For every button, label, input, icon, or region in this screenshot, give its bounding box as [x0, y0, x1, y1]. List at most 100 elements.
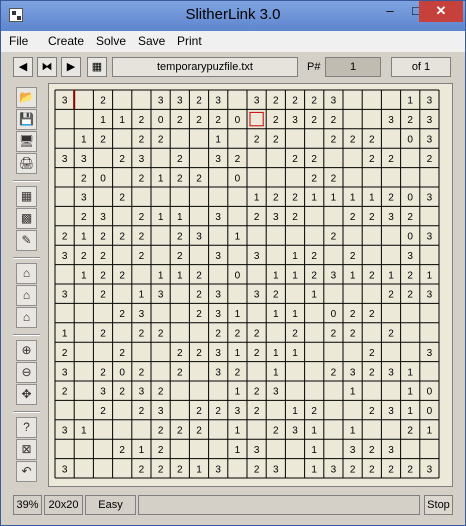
cell-clue[interactable]: 2	[100, 329, 106, 340]
cell-clue[interactable]: 1	[427, 270, 433, 281]
cell-clue[interactable]: 3	[273, 387, 279, 398]
cell-clue[interactable]: 0	[407, 193, 413, 204]
cell-clue[interactable]: 3	[215, 309, 221, 320]
cell-clue[interactable]: 2	[292, 329, 298, 340]
cell-clue[interactable]: 2	[311, 406, 317, 417]
cell-clue[interactable]: 3	[427, 193, 433, 204]
cell-clue[interactable]: 2	[119, 309, 125, 320]
undo-button[interactable]: ↶	[16, 461, 37, 482]
cell-clue[interactable]: 1	[196, 464, 202, 475]
cell-clue[interactable]: 2	[331, 135, 337, 146]
cell-clue[interactable]: 3	[62, 464, 68, 475]
cell-clue[interactable]: 1	[407, 406, 413, 417]
cell-clue[interactable]: 1	[158, 173, 164, 184]
cell-clue[interactable]: 2	[407, 212, 413, 223]
cell-clue[interactable]: 2	[139, 173, 145, 184]
menu-print[interactable]: Print	[177, 34, 202, 48]
cell-clue[interactable]: 0	[407, 232, 413, 243]
cell-clue[interactable]: 2	[407, 270, 413, 281]
cell-clue[interactable]: 2	[331, 115, 337, 126]
cell-clue[interactable]: 2	[139, 212, 145, 223]
cell-clue[interactable]: 0	[427, 406, 433, 417]
cell-clue[interactable]: 3	[215, 464, 221, 475]
puzzle-grid[interactable]: 3 2 3 3 2 3 3 2 2 2 3 1 3 1 1 2 0 2 2 2 0 2 3 2 2 3 2 3 1 2 2 2 1 2 2 2 2 2 0 3…	[49, 84, 452, 486]
cell-clue[interactable]: 1	[427, 426, 433, 437]
cell-clue[interactable]: 2	[119, 445, 125, 456]
cell-clue[interactable]: 2	[139, 464, 145, 475]
cell-clue[interactable]: 2	[350, 329, 356, 340]
cell-clue[interactable]: 0	[331, 309, 337, 320]
cell-clue[interactable]: 1	[177, 212, 183, 223]
cell-clue[interactable]: 3	[177, 96, 183, 107]
cell-clue[interactable]: 3	[292, 115, 298, 126]
cell-clue[interactable]: 0	[427, 387, 433, 398]
cell-clue[interactable]: 3	[388, 212, 394, 223]
cell-clue[interactable]: 2	[369, 348, 375, 359]
cell-clue[interactable]: 0	[235, 115, 241, 126]
cell-clue[interactable]: 1	[158, 270, 164, 281]
cell-clue[interactable]: 2	[196, 115, 202, 126]
cell-clue[interactable]: 3	[331, 270, 337, 281]
cell-clue[interactable]: 2	[139, 367, 145, 378]
cell-clue[interactable]: 2	[369, 212, 375, 223]
cell-clue[interactable]: 1	[235, 309, 241, 320]
puzzle-board[interactable]: 3 2 3 3 2 3 3 2 2 2 3 1 3 1 1 2 0 2 2 2 0 2 3 2 2 3 2 3 1 2 2 2 1 2 2 2 2 2 0 3…	[48, 83, 453, 487]
cell-clue[interactable]: 2	[350, 251, 356, 262]
cell-clue[interactable]: 2	[177, 426, 183, 437]
cell-clue[interactable]: 2	[196, 406, 202, 417]
cell-clue[interactable]: 2	[254, 387, 260, 398]
print-button[interactable]: 🖨	[16, 153, 37, 174]
cell-clue[interactable]: 2	[254, 135, 260, 146]
cell-clue[interactable]: 3	[81, 193, 87, 204]
cell-clue[interactable]: 2	[119, 348, 125, 359]
cell-clue[interactable]: 2	[158, 387, 164, 398]
cell-clue[interactable]: 1	[81, 135, 87, 146]
cell-clue[interactable]: 2	[331, 232, 337, 243]
cell-clue[interactable]: 2	[177, 251, 183, 262]
cell-clue[interactable]: 2	[196, 290, 202, 301]
cell-clue[interactable]: 2	[292, 96, 298, 107]
cell-clue[interactable]: 1	[139, 290, 145, 301]
cell-clue[interactable]: 1	[177, 270, 183, 281]
cell-clue[interactable]: 2	[81, 173, 87, 184]
cell-clue[interactable]: 2	[100, 270, 106, 281]
cell-clue[interactable]: 0	[235, 270, 241, 281]
cell-clue[interactable]: 2	[196, 309, 202, 320]
cell-clue[interactable]: 1	[273, 367, 279, 378]
cell-clue[interactable]: 1	[292, 309, 298, 320]
cell-clue[interactable]: 1	[158, 212, 164, 223]
cell-clue[interactable]: 3	[215, 290, 221, 301]
cell-clue[interactable]: 3	[331, 96, 337, 107]
cell-clue[interactable]: 1	[235, 232, 241, 243]
cell-clue[interactable]: 2	[62, 232, 68, 243]
cell-clue[interactable]: 1	[62, 329, 68, 340]
cell-clue[interactable]: 2	[273, 290, 279, 301]
cell-clue[interactable]: 3	[273, 464, 279, 475]
cell-clue[interactable]: 3	[158, 406, 164, 417]
cell-clue[interactable]: 1	[81, 426, 87, 437]
grid-view-button[interactable]: ▦	[87, 57, 107, 77]
cell-clue[interactable]: 2	[119, 232, 125, 243]
cell-clue[interactable]: 3	[427, 96, 433, 107]
save-button[interactable]: 💾	[16, 109, 37, 130]
cell-clue[interactable]: 3	[427, 290, 433, 301]
cell-clue[interactable]: 1	[100, 115, 106, 126]
cell-clue[interactable]: 1	[369, 193, 375, 204]
cell-clue[interactable]: 2	[254, 406, 260, 417]
cell-clue[interactable]: 1	[273, 270, 279, 281]
cell-clue[interactable]: 2	[139, 406, 145, 417]
cell-clue[interactable]: 2	[215, 406, 221, 417]
cell-clue[interactable]: 3	[427, 464, 433, 475]
cell-clue[interactable]: 3	[427, 232, 433, 243]
cell-clue[interactable]: 3	[100, 212, 106, 223]
cell-clue[interactable]: 2	[311, 96, 317, 107]
cell-clue[interactable]: 2	[407, 115, 413, 126]
cell-clue[interactable]: 2	[331, 329, 337, 340]
cell-clue[interactable]: 1	[81, 232, 87, 243]
cell-clue[interactable]: 3	[254, 251, 260, 262]
cell-clue[interactable]: 3	[62, 251, 68, 262]
cell-clue[interactable]: 1	[292, 406, 298, 417]
cell-clue[interactable]: 3	[62, 154, 68, 165]
cell-clue[interactable]: 1	[331, 193, 337, 204]
help-button[interactable]: ?	[16, 417, 37, 438]
